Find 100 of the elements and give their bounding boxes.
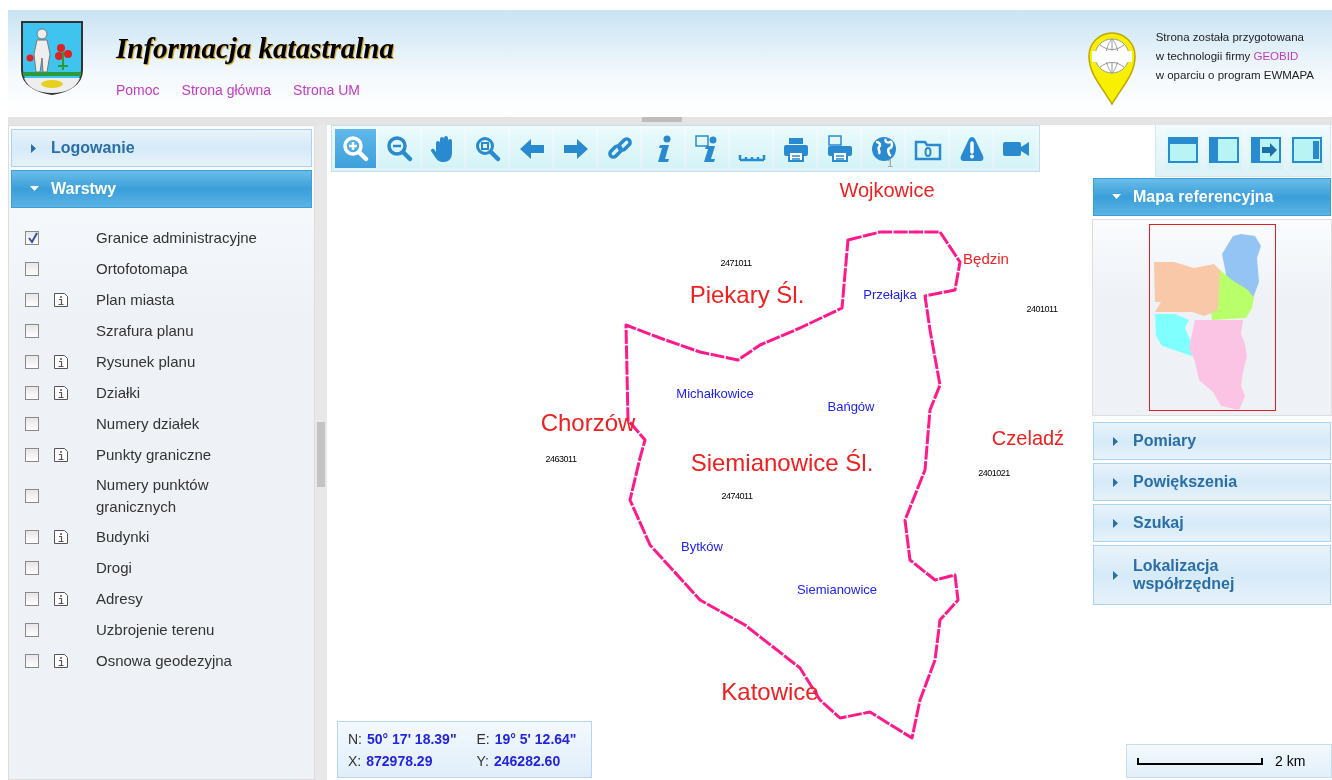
- coat-of-arms-icon: [18, 20, 86, 96]
- layout-button[interactable]: [1248, 130, 1283, 170]
- sheet-number-label: 2463011: [545, 454, 577, 464]
- layer-label: Drogi: [96, 557, 133, 578]
- credit-text: Strona została przygotowana: [1155, 30, 1305, 45]
- checkbox[interactable]: [25, 529, 39, 544]
- section-header[interactable]: Lokalizacja współrzędnej: [1093, 545, 1331, 605]
- tool-button[interactable]: [379, 129, 420, 168]
- sheet-number-label: 2401021: [978, 468, 1010, 478]
- sheet-number-label: 2471011: [720, 258, 752, 268]
- city-label: Czeladź: [991, 426, 1065, 450]
- tool-button[interactable]: [731, 129, 772, 168]
- tool-button[interactable]: [995, 129, 1036, 168]
- layout-button[interactable]: [1289, 130, 1324, 170]
- checkbox[interactable]: [25, 591, 39, 606]
- tool-button[interactable]: [335, 129, 376, 168]
- checkbox[interactable]: [25, 653, 39, 668]
- tool-button[interactable]: [819, 129, 860, 168]
- layer-label: Numery działek: [96, 413, 201, 434]
- section-header[interactable]: Logowanie: [11, 129, 312, 167]
- splitter-handle[interactable]: [317, 422, 325, 487]
- ruler-icon: [737, 154, 766, 162]
- caret-right-icon: [1112, 436, 1121, 446]
- tool-button[interactable]: [423, 129, 464, 168]
- coordinate-value: 246282.60: [494, 753, 561, 769]
- tool-button[interactable]: [687, 129, 728, 168]
- city-label: Będzin: [963, 249, 1009, 267]
- caret-right-icon: [1112, 518, 1121, 528]
- layer-label: Granice administracyjne: [96, 227, 258, 248]
- layer-label: Szrafura planu: [96, 320, 195, 341]
- checkbox[interactable]: [25, 416, 39, 431]
- coordinate-label: X:: [348, 753, 362, 769]
- layer-label: Działki: [96, 382, 142, 403]
- layout-button[interactable]: [1166, 130, 1201, 170]
- tool-button[interactable]: [555, 129, 596, 168]
- arrow-panel-layout-icon: [1249, 136, 1282, 164]
- printer-icon: [825, 134, 854, 163]
- info-document-icon[interactable]: [54, 591, 68, 606]
- layer-label: Adresy: [96, 588, 144, 609]
- caret-right-icon: [1112, 570, 1121, 580]
- checkbox[interactable]: [25, 488, 39, 503]
- section-header[interactable]: Warstwy: [11, 170, 312, 208]
- checkbox[interactable]: [25, 560, 39, 575]
- section-header[interactable]: Szukaj: [1093, 504, 1331, 542]
- nav-link[interactable]: Pomoc: [116, 82, 160, 98]
- district-label: Michałkowice: [676, 385, 754, 401]
- tool-button[interactable]: [907, 129, 948, 168]
- info-document-icon[interactable]: [54, 385, 68, 400]
- layer-label: Numery punktów granicznych: [96, 474, 210, 517]
- info-document-icon[interactable]: [54, 447, 68, 462]
- layer-label: Rysunek planu: [96, 351, 197, 372]
- district-label: Bańgów: [827, 398, 875, 414]
- scale-label: 2 km: [1275, 753, 1306, 769]
- layer-label: Uzbrojenie terenu: [96, 619, 216, 640]
- tool-button[interactable]: [951, 129, 992, 168]
- checkbox[interactable]: [25, 323, 39, 338]
- info-document-icon[interactable]: [54, 529, 68, 544]
- top-panel-layout-icon: [1167, 136, 1200, 164]
- info-document-icon[interactable]: [54, 292, 68, 307]
- checkbox[interactable]: [25, 230, 39, 245]
- layout-button[interactable]: [1207, 130, 1242, 170]
- checkbox[interactable]: [25, 261, 39, 276]
- checkbox[interactable]: [25, 354, 39, 369]
- city-label: Siemianowice Śl.: [690, 449, 874, 477]
- zoom-extent-icon: [473, 134, 502, 163]
- sheet-number-label: 2401011: [1026, 304, 1058, 314]
- map-label: 1: [886, 157, 894, 169]
- coordinate-value: 50° 17' 18.39": [367, 731, 457, 747]
- layer-label: Ortofotomapa: [96, 258, 189, 279]
- info-document-icon[interactable]: [54, 354, 68, 369]
- district-label: Bytków: [681, 538, 723, 554]
- layer-label: Budynki: [96, 526, 151, 547]
- checkbox[interactable]: [25, 385, 39, 400]
- sheet-number-label: 2474011: [721, 491, 753, 501]
- checkbox[interactable]: [25, 622, 39, 637]
- coordinate-value: 19° 5' 12.64": [494, 731, 577, 747]
- tool-button[interactable]: [467, 129, 508, 168]
- zoom-in-icon: [341, 134, 370, 163]
- caret-down-icon: [30, 184, 39, 194]
- right-panel-layout-icon: [1290, 136, 1323, 164]
- tool-button[interactable]: [599, 129, 640, 168]
- checkbox[interactable]: [25, 447, 39, 462]
- district-label: Siemianowice: [796, 581, 878, 597]
- section-header[interactable]: Mapa referencyjna: [1093, 178, 1331, 216]
- coordinate-label: N:: [348, 731, 362, 747]
- tool-button[interactable]: [775, 129, 816, 168]
- info-document-icon[interactable]: [54, 653, 68, 668]
- nav-link[interactable]: Strona UM: [293, 82, 360, 98]
- nav-link[interactable]: Strona główna: [181, 82, 272, 98]
- caret-right-icon: [1112, 477, 1121, 487]
- checkbox[interactable]: [25, 292, 39, 307]
- coordinate-value: 872978.29: [366, 753, 433, 769]
- tool-button[interactable]: [643, 129, 684, 168]
- section-header[interactable]: Pomiary: [1093, 422, 1331, 460]
- layer-label: Punkty graniczne: [96, 444, 213, 465]
- layer-label: Plan miasta: [96, 289, 176, 310]
- tool-button[interactable]: [511, 129, 552, 168]
- tool-button[interactable]: [863, 129, 904, 168]
- caret-down-icon: [1112, 192, 1121, 202]
- section-header[interactable]: Powiększenia: [1093, 463, 1331, 501]
